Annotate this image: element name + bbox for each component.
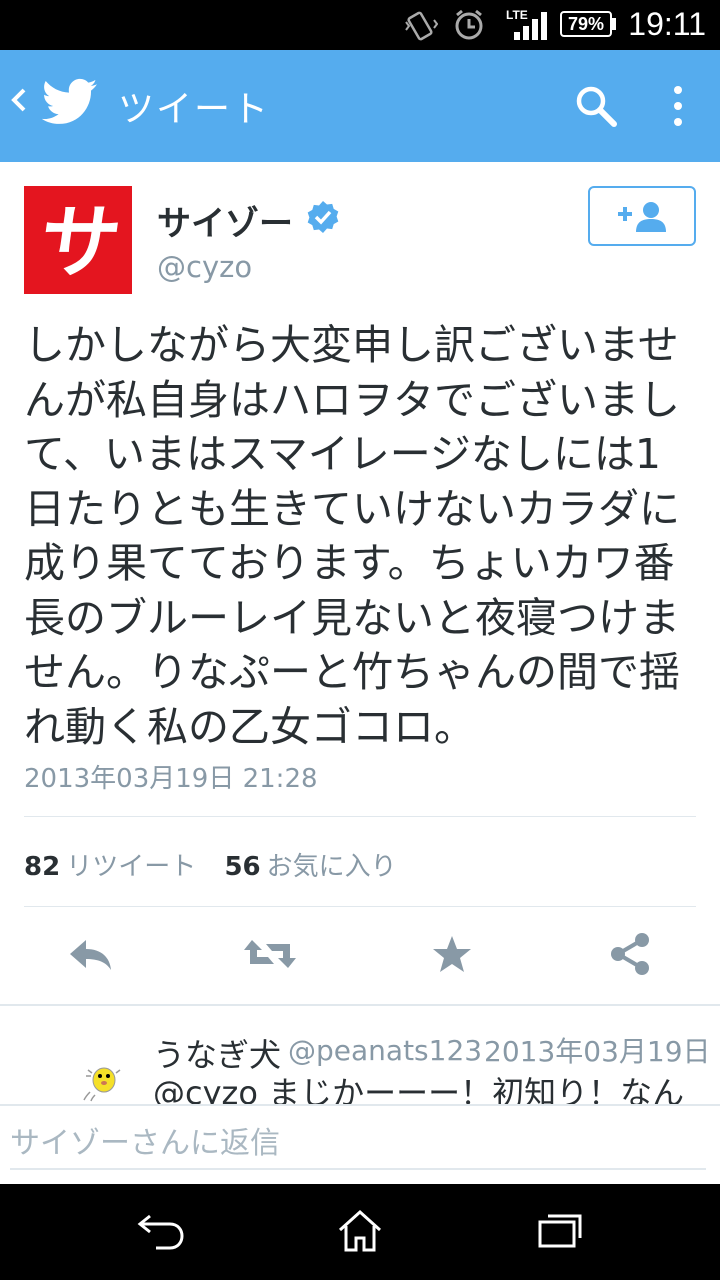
reply-input[interactable] <box>10 1118 706 1170</box>
back-nav-icon[interactable] <box>136 1212 188 1252</box>
screen-name[interactable]: @cyzo <box>157 250 252 284</box>
reply-timestamp: 2013年03月19日 <box>484 1035 711 1068</box>
system-nav-bar <box>0 1184 720 1280</box>
divider <box>0 1004 720 1006</box>
status-bar: LTE 79% 19:11 <box>0 0 720 50</box>
divider <box>24 816 696 817</box>
reply-screen-name[interactable]: @peanats123 <box>288 1034 482 1067</box>
tweet-timestamp: 2013年03月19日 21:28 <box>24 764 318 794</box>
avatar[interactable]: サ <box>24 186 132 294</box>
retweet-count-label[interactable]: リツイート <box>66 852 196 882</box>
search-icon[interactable] <box>574 84 618 128</box>
battery-tip <box>612 18 616 30</box>
favorite-star-icon[interactable] <box>430 930 474 978</box>
follow-button[interactable] <box>588 186 696 246</box>
recent-apps-nav-icon[interactable] <box>536 1210 584 1250</box>
signal-icon <box>514 12 547 40</box>
favorite-count[interactable]: 56 <box>224 852 260 882</box>
add-user-icon <box>618 202 666 232</box>
page-title: ツイート <box>118 89 271 130</box>
avatar-logo-text: サ <box>34 195 127 289</box>
favorite-count-label[interactable]: お気に入り <box>267 852 397 882</box>
tweet-text: しかしながら大変申し訳ございませんが私自身はハロヲタでございまして、いまはスマイ… <box>24 321 680 751</box>
reply-composer <box>0 1104 720 1186</box>
share-icon[interactable] <box>608 930 652 978</box>
tweet-stats: 82 リツイート 56 お気に入り <box>24 846 417 883</box>
home-nav-icon[interactable] <box>336 1208 384 1254</box>
twitter-bird-icon <box>42 78 98 124</box>
battery-icon: 79% <box>560 11 612 37</box>
back-chevron-icon[interactable] <box>10 86 28 114</box>
retweet-count[interactable]: 82 <box>24 852 60 882</box>
divider <box>24 906 696 907</box>
reply-avatar[interactable] <box>82 1062 126 1102</box>
alarm-icon <box>455 9 483 40</box>
cyzo-logo: サ <box>34 195 127 289</box>
app-bar: ツイート <box>0 50 720 162</box>
clock: 19:11 <box>628 6 706 42</box>
vibrate-icon <box>405 11 438 41</box>
retweet-icon[interactable] <box>242 930 298 978</box>
verified-badge-icon <box>307 201 339 233</box>
display-name[interactable]: サイゾー <box>157 196 293 245</box>
overflow-menu-icon[interactable] <box>672 84 684 128</box>
reply-icon[interactable] <box>66 930 114 978</box>
